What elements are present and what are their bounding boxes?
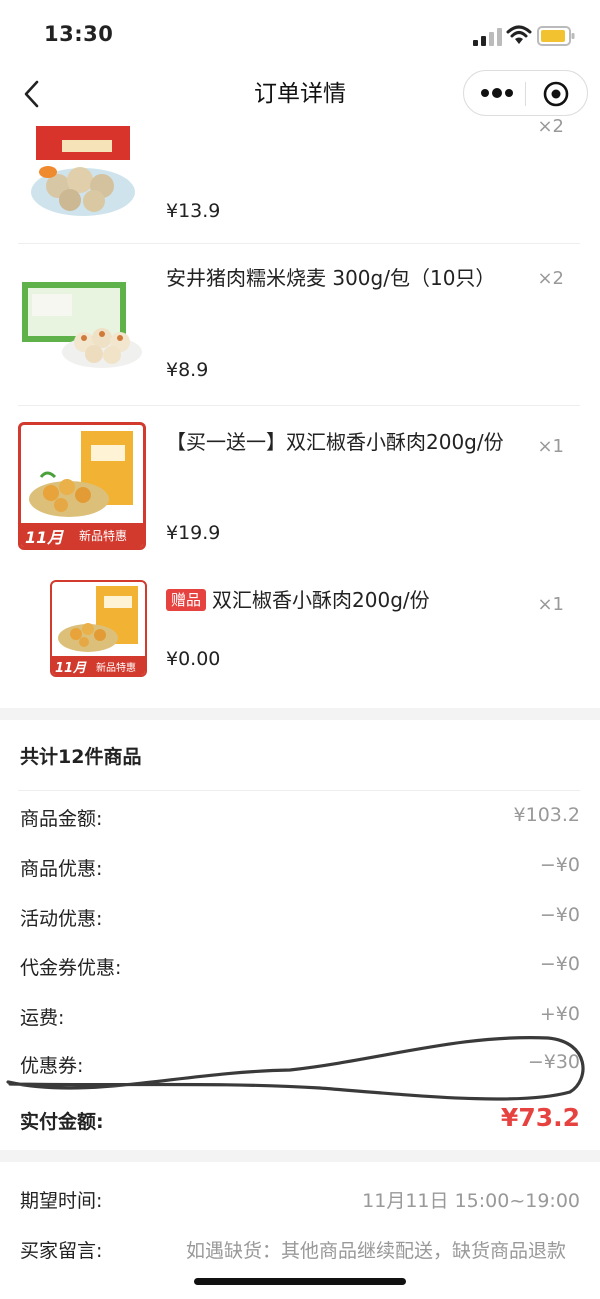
promo-text: 新品特惠 (79, 529, 128, 543)
product-image: 11月 新品特惠 (50, 580, 147, 677)
summary-value: +¥0 (539, 1003, 580, 1025)
wifi-icon (506, 25, 532, 44)
gift-name: 双汇椒香小酥肉200g/份 (212, 588, 430, 612)
summary-label: 运费: (20, 1007, 65, 1029)
product-price: ¥0.00 (166, 648, 221, 670)
product-name: 安井猪肉糯米烧麦 300g/包（10只） (166, 266, 496, 290)
product-qty: ×1 (537, 436, 564, 457)
product-name: 【买一送一】双汇椒香小酥肉200g/份 (166, 430, 504, 454)
summary-label: 代金券优惠: (20, 957, 122, 979)
promo-month: 11月 (55, 661, 87, 676)
more-icon[interactable] (478, 83, 516, 103)
product-price: ¥19.9 (166, 522, 221, 544)
summary-label: 商品优惠: (20, 858, 103, 880)
hand-drawn-circle-annotation (6, 1035, 585, 1101)
summary-label: 优惠券: (20, 1055, 84, 1077)
summary-value: −¥0 (539, 953, 580, 975)
product-image: 11月 新品特惠 (18, 422, 146, 550)
summary-value: ¥103.2 (513, 804, 580, 826)
expected-time-label: 期望时间: (20, 1190, 103, 1212)
divider (18, 790, 580, 791)
status-bar: 13:30 (0, 0, 600, 70)
product-qty: ×2 (537, 116, 564, 137)
product-price: ¥13.9 (166, 200, 221, 222)
signal-icon (473, 28, 502, 46)
close-target-icon[interactable] (542, 80, 570, 108)
summary-label: 活动优惠: (20, 908, 103, 930)
product-price: ¥8.9 (166, 359, 209, 381)
summary-label: 商品金额: (20, 808, 103, 830)
total-amount: ¥73.2 (500, 1103, 580, 1132)
product-image (22, 282, 142, 368)
mini-program-capsule (463, 70, 588, 116)
total-label: 实付金额: (20, 1111, 104, 1133)
promo-banner: 11月 新品特惠 (21, 523, 143, 547)
buyer-note-value: 如遇缺货：其他商品继续配送，缺货商品退款 (185, 1240, 566, 1262)
buyer-note-label: 买家留言: (20, 1240, 103, 1262)
divider (18, 243, 580, 244)
summary-value: −¥30 (527, 1051, 580, 1073)
capsule-divider (525, 82, 526, 106)
summary-value: −¥0 (539, 904, 580, 926)
item-count-title: 共计12件商品 (20, 746, 142, 768)
battery-icon (537, 26, 575, 46)
promo-banner: 11月 新品特惠 (52, 656, 145, 675)
status-time: 13:30 (44, 22, 114, 46)
section-gap (0, 1150, 600, 1162)
section-gap (0, 708, 600, 720)
product-image (31, 126, 135, 216)
promo-month: 11月 (25, 528, 64, 547)
nav-bar: 订单详情 (0, 70, 600, 130)
product-name: 赠品 双汇椒香小酥肉200g/份 (166, 584, 526, 616)
product-qty: ×1 (537, 594, 564, 615)
home-indicator[interactable] (194, 1278, 406, 1285)
product-qty: ×2 (537, 268, 564, 289)
summary-value: −¥0 (539, 854, 580, 876)
divider (18, 405, 580, 406)
expected-time-value: 11月11日 15:00~19:00 (362, 1190, 580, 1212)
gift-tag: 赠品 (166, 589, 207, 611)
promo-text: 新品特惠 (96, 663, 136, 674)
